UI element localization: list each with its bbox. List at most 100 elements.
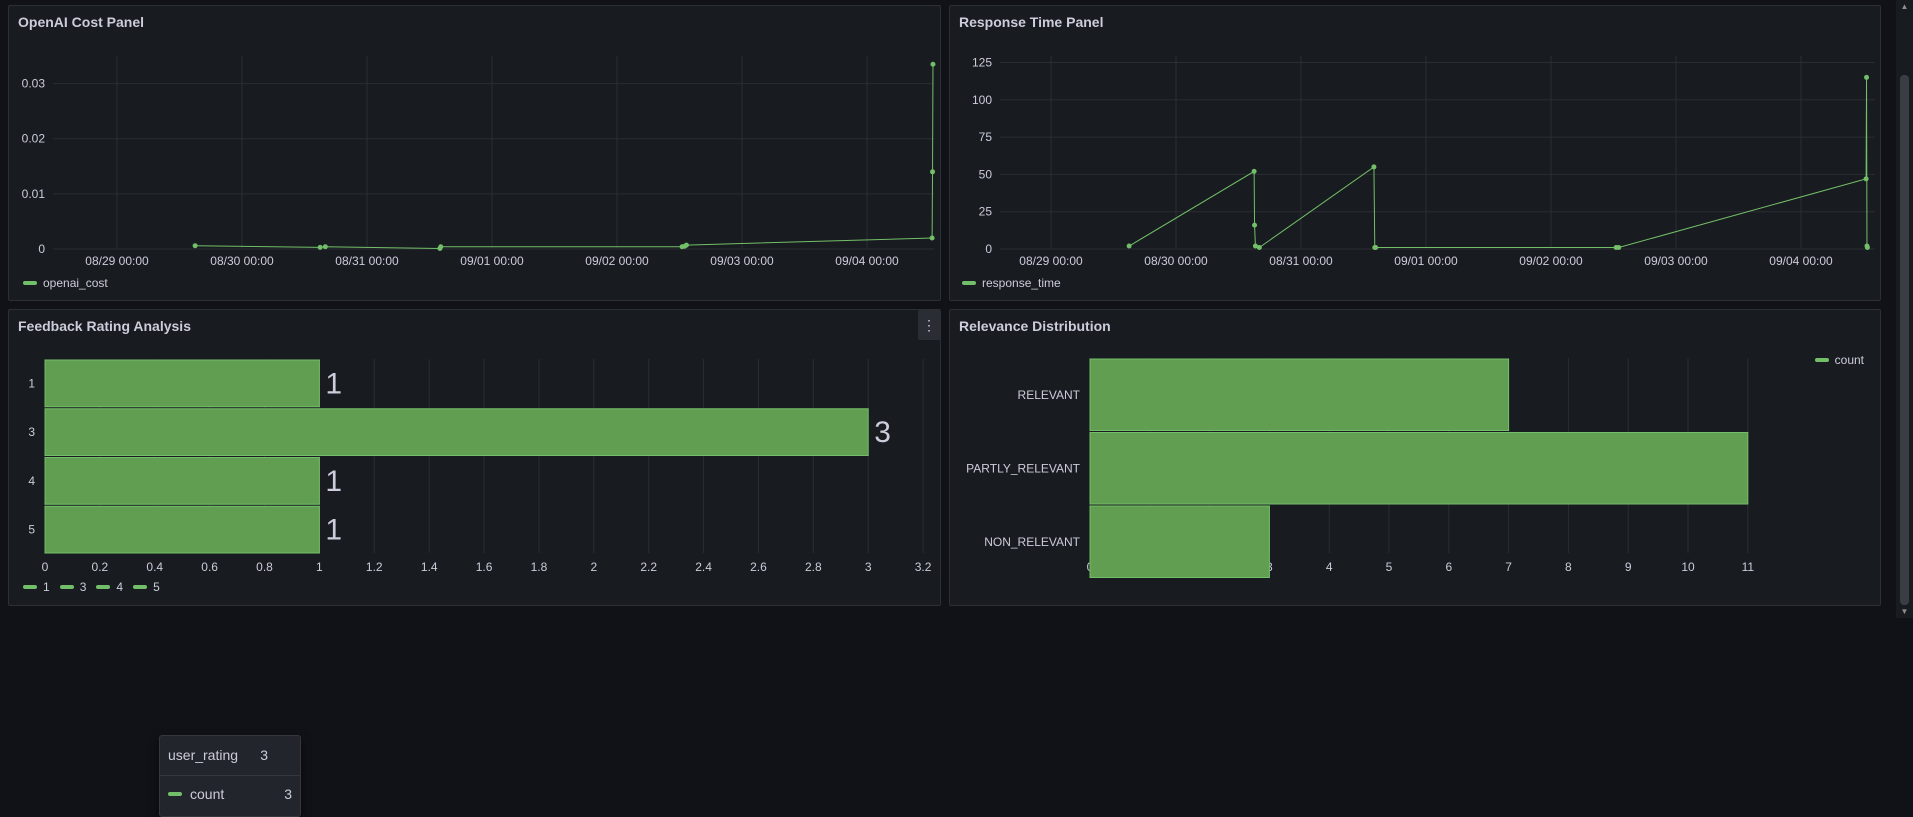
legend-item-3[interactable]: 3 — [59, 580, 87, 594]
y-tick-label: 125 — [972, 55, 992, 69]
data-point — [438, 244, 444, 250]
y-tick-label: 25 — [979, 205, 993, 219]
openai-cost-panel[interactable]: OpenAI Cost Panel 08/29 00:00 08/30 00:00… — [8, 5, 941, 301]
x-tick-label: 09/04 00:00 — [1769, 254, 1833, 268]
legend-item-openai-cost[interactable]: openai_cost — [23, 276, 108, 290]
category-label: 1 — [28, 376, 35, 390]
y-tick-label: 50 — [979, 167, 993, 181]
x-tick-label: 9 — [1625, 560, 1632, 574]
legend-item-count[interactable]: count — [1814, 353, 1864, 367]
legend-item-5[interactable]: 5 — [133, 580, 160, 594]
legend-label: response_time — [982, 276, 1061, 290]
x-tick-label: 09/01 00:00 — [1394, 254, 1458, 268]
data-point — [1126, 243, 1132, 249]
legend-swatch — [133, 585, 148, 589]
bar — [44, 505, 320, 554]
x-tick-label: 2.4 — [695, 560, 712, 574]
grid-lines — [1000, 56, 1875, 250]
grid-lines — [53, 56, 934, 250]
bar-value-label: 1 — [325, 367, 342, 400]
x-tick-label: 0.6 — [201, 560, 218, 574]
bar — [44, 359, 320, 408]
legend-label: 3 — [79, 580, 87, 594]
x-tick-label: 08/31 00:00 — [335, 254, 399, 268]
category-label: 5 — [28, 523, 35, 537]
x-tick-label: 09/04 00:00 — [835, 254, 899, 268]
x-tick-label: 09/02 00:00 — [585, 254, 649, 268]
legend-item-response-time[interactable]: response_time — [962, 276, 1061, 290]
data-point — [317, 244, 323, 250]
bar — [44, 457, 320, 505]
y-tick-label: 75 — [979, 130, 993, 144]
legend-swatch — [59, 585, 74, 589]
scroll-down-arrow-icon[interactable]: ▼ — [1896, 607, 1913, 616]
y-tick-label: 0.02 — [22, 132, 46, 146]
data-point — [930, 169, 936, 175]
tooltip-key-label: user_rating — [168, 747, 239, 763]
x-tick-label: 11 — [1742, 560, 1755, 574]
data-point — [1256, 245, 1262, 251]
category-label: RELEVANT — [1018, 388, 1081, 402]
data-point — [1864, 245, 1870, 251]
x-tick-label: 3.2 — [915, 560, 932, 574]
tooltip-series-label: count — [190, 786, 225, 802]
series-line — [195, 64, 934, 249]
x-tick-label: 8 — [1565, 560, 1572, 574]
response-time-panel[interactable]: Response Time Panel 08/29 00:00 08/30 00:… — [949, 5, 1881, 301]
x-tick-label: 09/03 00:00 — [710, 254, 774, 268]
legend-label: openai_cost — [43, 276, 108, 290]
category-label: 4 — [28, 474, 35, 488]
page-scrollbar[interactable]: ▲ ▼ — [1896, 0, 1913, 618]
relevance-distribution-panel[interactable]: Relevance Distribution 01234567891011REL… — [949, 309, 1881, 606]
scroll-up-arrow-icon[interactable]: ▲ — [1896, 2, 1913, 11]
relevance-distribution-chart[interactable]: 01234567891011RELEVANTPARTLY_RELEVANTNON… — [950, 310, 1882, 607]
bar-value-label: 1 — [325, 465, 342, 498]
response-time-chart[interactable]: 08/29 00:00 08/30 00:00 08/31 00:00 09/01 0… — [950, 6, 1882, 302]
x-tick-label: 3 — [865, 560, 872, 574]
y-tick-label: 0 — [38, 242, 45, 256]
scrollbar-thumb[interactable] — [1900, 75, 1909, 605]
data-point — [930, 61, 936, 67]
legend-swatch — [1814, 358, 1829, 362]
legend-item-4[interactable]: 4 — [96, 580, 123, 594]
openai-cost-chart[interactable]: 08/29 00:00 08/30 00:00 08/31 00:00 09/01 0… — [9, 6, 942, 302]
category-label: PARTLY_RELEVANT — [966, 461, 1080, 475]
data-point — [1373, 245, 1379, 251]
tooltip-key-value: 3 — [260, 747, 268, 763]
x-tick-label: 09/03 00:00 — [1644, 254, 1708, 268]
data-point — [929, 235, 935, 241]
x-tick-label: 1.2 — [366, 560, 383, 574]
x-tick-label: 08/31 00:00 — [1269, 254, 1333, 268]
bar — [44, 408, 869, 456]
bar — [1089, 358, 1510, 431]
x-tick-label: 0 — [42, 560, 49, 574]
x-tick-label: 2.6 — [750, 560, 767, 574]
data-point — [1863, 176, 1869, 182]
data-point — [1251, 168, 1257, 174]
x-tick-label: 08/29 00:00 — [85, 254, 149, 268]
legend-label: count — [1834, 353, 1864, 367]
chart-legend: 1 3 4 5 — [23, 580, 160, 594]
chart-legend: response_time — [962, 276, 1061, 290]
tooltip-swatch — [168, 792, 182, 796]
legend-label: 5 — [153, 580, 160, 594]
x-tick-label: 0.8 — [256, 560, 273, 574]
legend-item-1[interactable]: 1 — [23, 580, 50, 594]
category-label: NON_RELEVANT — [984, 535, 1080, 549]
series-line — [1128, 77, 1868, 249]
x-tick-label: 1.4 — [421, 560, 438, 574]
x-tick-label: 08/29 00:00 — [1019, 254, 1083, 268]
x-tick-label: 08/30 00:00 — [1144, 254, 1208, 268]
x-tick-label: 1.6 — [476, 560, 493, 574]
feedback-rating-chart[interactable]: 0 0.2 0.4 0.6 0.8 1 1.2 1.4 1.6 1.8 2 2.2 2.4 2.6 2.8 3… — [9, 310, 942, 607]
legend-swatch — [96, 585, 111, 589]
bar — [1089, 432, 1749, 505]
x-tick-label: 08/30 00:00 — [210, 254, 274, 268]
y-tick-label: 0.03 — [22, 77, 46, 91]
feedback-rating-panel[interactable]: Feedback Rating Analysis ⋮ 0 0.2 0.4 0.6 0.8… — [8, 309, 942, 817]
legend-swatch — [23, 281, 37, 285]
legend-label: 1 — [43, 580, 50, 594]
data-point — [1371, 164, 1377, 170]
data-point — [683, 242, 689, 248]
chart-legend: count — [1814, 353, 1864, 367]
